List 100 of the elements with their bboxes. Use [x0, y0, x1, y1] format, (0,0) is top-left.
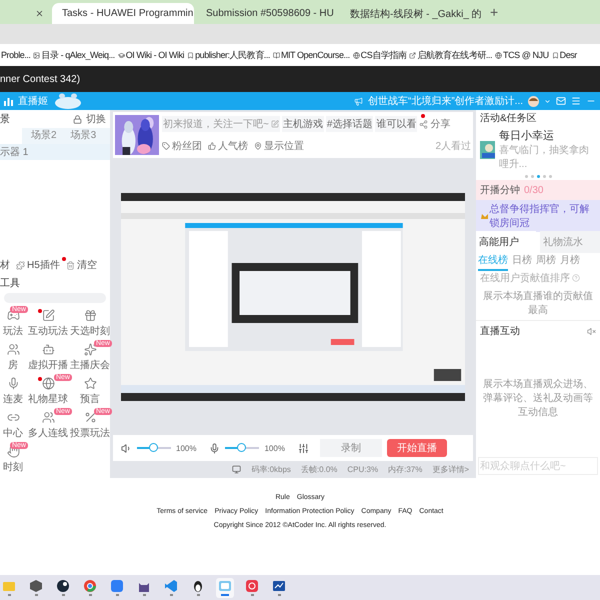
lock-icon[interactable]	[73, 114, 82, 124]
event-title[interactable]: 每日小幸运	[498, 128, 596, 143]
penguin-icon[interactable]	[191, 579, 205, 594]
help-icon	[572, 274, 580, 282]
carousel-dot[interactable]	[536, 175, 540, 178]
bookmark-icon	[118, 52, 125, 58]
mascot-icon	[53, 93, 83, 109]
info-link[interactable]: 显示位置	[264, 138, 304, 152]
planet-icon[interactable]	[42, 377, 54, 390]
start-live-button[interactable]: 开始直播	[386, 439, 447, 457]
bookmark-icon	[187, 52, 194, 58]
people-icon[interactable]	[42, 411, 54, 424]
bookmark-icon	[495, 52, 502, 58]
mail-icon[interactable]	[556, 96, 566, 106]
bookmark-link[interactable]: TCS @ NJU	[503, 50, 549, 60]
event-thumbnail-icon[interactable]	[480, 140, 495, 158]
bookmark-link[interactable]: MIT OpenCourse...	[280, 50, 350, 60]
tool-label[interactable]: 连麦	[3, 392, 23, 406]
code-editor-icon[interactable]	[164, 579, 178, 594]
bookmark-link[interactable]: 启航教育在线考研...	[417, 48, 492, 62]
pen-icon[interactable]	[42, 309, 54, 322]
tool-label[interactable]: 中心	[3, 426, 23, 440]
scene-tab[interactable]: 场景2	[26, 128, 62, 144]
browser-tab[interactable]: Tasks - HUAWEI Programmin	[52, 3, 194, 24]
rank-tab[interactable]: 月榜	[560, 251, 580, 271]
tool-label[interactable]: 虚拟开播	[28, 358, 68, 372]
tool-label[interactable]: 互动玩法	[28, 324, 68, 338]
empty-rank-message: 展示本场直播谁的贡献值最高	[482, 290, 594, 317]
volume-slider-thumb[interactable]	[237, 443, 246, 452]
volume-slider-thumb[interactable]	[149, 443, 158, 452]
stat-text: 丢帧:0.0%	[300, 464, 338, 475]
bookmark-link[interactable]: OI Wiki - OI Wiki	[126, 50, 184, 60]
bookmark-link[interactable]: 目录 - qAlex_Weiq...	[41, 48, 115, 62]
scene-tab[interactable]: 场景3	[66, 128, 102, 144]
signal-app-icon[interactable]	[110, 579, 124, 594]
carousel-dot[interactable]	[530, 175, 534, 178]
record-button[interactable]: 录制	[320, 439, 382, 457]
robot-icon[interactable]	[42, 343, 54, 356]
megaphone-icon	[354, 96, 363, 106]
tool-label[interactable]: 礼物星球	[28, 392, 68, 406]
share-link[interactable]: 分享	[430, 117, 450, 131]
info-link[interactable]: 粉丝团	[172, 138, 202, 152]
bars-logo-icon	[4, 96, 13, 106]
tool-label[interactable]: 多人连线	[28, 426, 68, 440]
tag-chip[interactable]: #选择话题	[326, 116, 374, 132]
speaker-icon[interactable]	[121, 442, 132, 454]
whiteboard-icon[interactable]	[272, 579, 286, 594]
carousel-dot[interactable]	[548, 175, 552, 178]
tool-label[interactable]: 投票玩法	[70, 426, 110, 440]
music-icon[interactable]	[245, 579, 259, 594]
poll-icon[interactable]	[84, 411, 96, 424]
bookmark-icon	[552, 52, 559, 58]
tool-label[interactable]: 时刻	[3, 460, 23, 474]
bookmark-link[interactable]: Desr	[560, 50, 577, 60]
cube-icon[interactable]	[29, 579, 43, 594]
bookmark-link[interactable]: Proble...	[1, 50, 30, 60]
caret-icon[interactable]	[544, 98, 551, 104]
carousel-dot[interactable]	[524, 175, 528, 178]
bookmark-icon	[352, 52, 360, 58]
star-icon[interactable]	[84, 377, 96, 390]
bookmark-link[interactable]: publisher:人民教育...	[195, 48, 270, 62]
app-title: 直播姬	[18, 94, 48, 108]
browser-icon[interactable]	[83, 579, 97, 594]
tool-label[interactable]: 天选时刻	[70, 324, 110, 338]
section-title: 活动&任务区	[480, 112, 537, 125]
tool-label[interactable]: 预言	[80, 392, 100, 406]
microphone-icon[interactable]	[6, 377, 20, 390]
timer-label: 开播分钟	[480, 184, 520, 197]
share-icon[interactable]	[419, 120, 428, 128]
menu-icon[interactable]	[571, 96, 581, 106]
carousel-dot[interactable]	[542, 175, 546, 178]
close-icon[interactable]	[35, 9, 44, 18]
avatar-icon[interactable]	[528, 96, 539, 106]
new-tab-button[interactable]: +	[490, 4, 498, 20]
tag-chip[interactable]: 主机游戏	[282, 116, 324, 132]
trash-icon	[66, 260, 75, 270]
sparkles-icon[interactable]	[84, 343, 96, 356]
section-title: 直播互动	[480, 324, 520, 338]
tool-label[interactable]: 玩法	[3, 324, 23, 338]
monitor-icon[interactable]	[232, 465, 242, 474]
tool-label[interactable]: 房	[8, 358, 18, 372]
gift-icon[interactable]	[84, 309, 96, 322]
bookmark-link[interactable]: CS自学指南	[360, 48, 406, 62]
info-link[interactable]: 人气榜	[218, 138, 248, 152]
bookmark-icon	[272, 52, 280, 58]
switch-link[interactable]: 切换	[86, 112, 106, 126]
bookmark-icon	[33, 52, 40, 58]
person-icon[interactable]	[6, 343, 20, 356]
toolbar-button[interactable]: H5插件	[27, 258, 60, 272]
mute-icon[interactable]	[587, 326, 596, 336]
crown-icon	[480, 211, 488, 221]
tool-label[interactable]: 主播庆会	[70, 358, 110, 372]
browser-tab[interactable]: Submission #50598609 - HU	[196, 3, 338, 24]
panel-title: 景	[0, 112, 10, 126]
steam-icon[interactable]	[56, 579, 70, 594]
microphone-icon[interactable]	[209, 442, 220, 454]
mixer-icon[interactable]	[298, 442, 309, 454]
toolbar-button[interactable]: 清空	[76, 258, 97, 272]
browser-tab[interactable]: 数据结构-线段树 - _Gakki_ 的	[340, 3, 482, 24]
toolbar-button[interactable]: 材	[0, 258, 10, 272]
